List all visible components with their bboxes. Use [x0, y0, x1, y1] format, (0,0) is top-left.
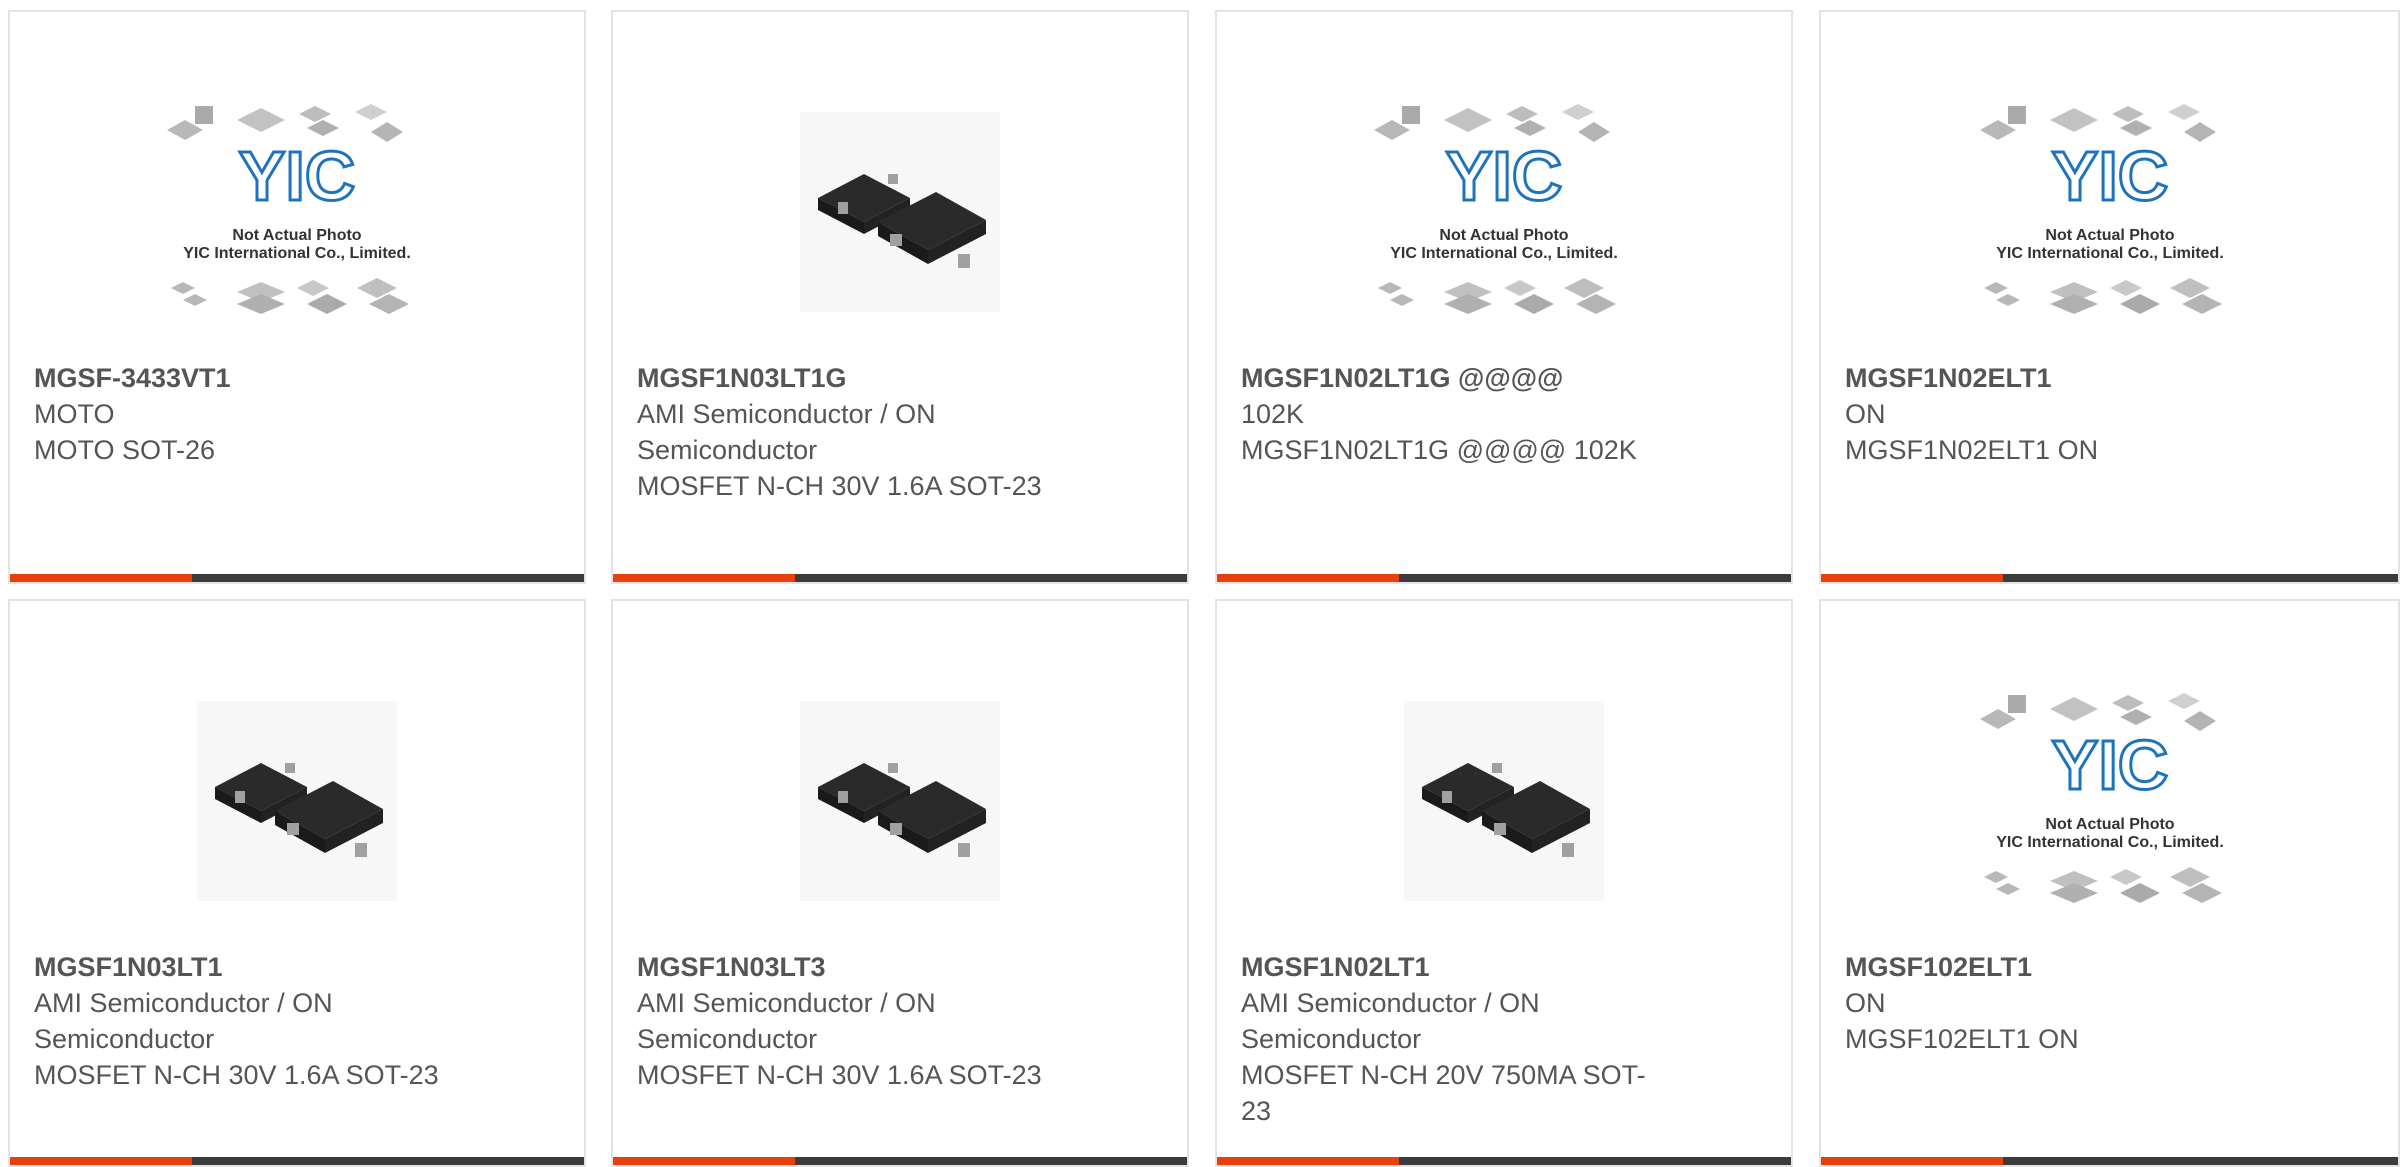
- svg-text:YIC International Co., Limited: YIC International Co., Limited.: [183, 245, 411, 262]
- svg-text:YIC: YIC: [1446, 137, 1563, 215]
- manufacturer: AMI Semiconductor / ON Semiconductor: [637, 988, 936, 1054]
- manufacturer: ON: [1845, 399, 1886, 429]
- manufacturer: AMI Semiconductor / ON Semiconductor: [1241, 988, 1540, 1054]
- svg-text:YIC: YIC: [239, 137, 356, 215]
- sot23-photo: [197, 701, 397, 901]
- part-number-link[interactable]: MGSF1N03LT1: [34, 949, 454, 985]
- product-image-placeholder: YIC Not Actual Photo YIC International C…: [1821, 661, 2398, 941]
- svg-text:YIC: YIC: [2051, 726, 2168, 804]
- card-accent-bar: [613, 574, 795, 582]
- product-info: MGSF1N02LT1 AMI Semiconductor / ON Semic…: [1241, 949, 1661, 1129]
- product-info: MGSF1N02ELT1 ON MGSF1N02ELT1 ON: [1845, 360, 2265, 468]
- product-image: [613, 661, 1187, 941]
- card-bottom-bar: [613, 574, 1187, 582]
- product-card[interactable]: MGSF1N03LT1G AMI Semiconductor / ON Semi…: [611, 10, 1189, 584]
- part-number-link[interactable]: MGSF1N03LT3: [637, 949, 1057, 985]
- description: MGSF102ELT1 ON: [1845, 1024, 2079, 1054]
- card-bottom-bar: [10, 1157, 584, 1165]
- svg-text:YIC: YIC: [2051, 137, 2168, 215]
- product-image-placeholder: YIC Not Actual Photo YIC International C…: [1821, 72, 2398, 352]
- part-number-link[interactable]: MGSF-3433VT1: [34, 360, 454, 396]
- product-card[interactable]: YIC Not Actual Photo YIC International C…: [1819, 599, 2400, 1167]
- description: MOSFET N-CH 30V 1.6A SOT-23: [637, 471, 1042, 501]
- manufacturer: AMI Semiconductor / ON Semiconductor: [34, 988, 333, 1054]
- part-number-link[interactable]: MGSF1N02ELT1: [1845, 360, 2265, 396]
- product-image: [1217, 661, 1791, 941]
- sot23-package-icon: [800, 112, 1000, 312]
- product-card[interactable]: YIC Not Actual Photo YIC International C…: [1819, 10, 2400, 584]
- card-bottom-bar: [1821, 1157, 2398, 1165]
- card-bottom-bar: [613, 1157, 1187, 1165]
- card-bottom-bar: [1217, 1157, 1791, 1165]
- description: MOSFET N-CH 30V 1.6A SOT-23: [34, 1060, 439, 1090]
- card-accent-bar: [1217, 574, 1399, 582]
- product-image: [613, 72, 1187, 352]
- svg-text:Not Actual Photo: Not Actual Photo: [2045, 227, 2174, 244]
- card-accent-bar: [1821, 1157, 2003, 1165]
- description: MOTO SOT-26: [34, 435, 216, 465]
- product-info: MGSF102ELT1 ON MGSF102ELT1 ON: [1845, 949, 2265, 1057]
- svg-text:YIC International Co., Limited: YIC International Co., Limited.: [1996, 834, 2224, 851]
- part-number-link[interactable]: MGSF1N02LT1G @@@@: [1241, 360, 1661, 396]
- product-card[interactable]: YIC Not Actual Photo YIC International C…: [8, 10, 586, 584]
- description: MOSFET N-CH 30V 1.6A SOT-23: [637, 1060, 1042, 1090]
- product-image-placeholder: YIC Not Actual Photo YIC International C…: [1217, 72, 1791, 352]
- not-actual-photo-icon: YIC Not Actual Photo YIC International C…: [1374, 104, 1618, 314]
- not-actual-photo-icon: YIC Not Actual Photo YIC International C…: [167, 104, 411, 314]
- product-image: [10, 661, 584, 941]
- not-actual-photo-icon: YIC Not Actual Photo YIC International C…: [1979, 104, 2224, 314]
- sot23-package-icon: [1404, 701, 1604, 901]
- part-number-link[interactable]: MGSF1N02LT1: [1241, 949, 1661, 985]
- product-info: MGSF1N02LT1G @@@@ 102K MGSF1N02LT1G @@@@…: [1241, 360, 1661, 468]
- manufacturer: MOTO: [34, 399, 115, 429]
- card-bottom-bar: [1217, 574, 1791, 582]
- description: MGSF1N02LT1G @@@@ 102K: [1241, 435, 1637, 465]
- product-image-placeholder: YIC Not Actual Photo YIC International C…: [10, 72, 584, 352]
- card-accent-bar: [1821, 574, 2003, 582]
- card-accent-bar: [10, 1157, 192, 1165]
- sot23-photo: [800, 701, 1000, 901]
- sot23-photo: [1404, 701, 1604, 901]
- product-card[interactable]: YIC Not Actual Photo YIC International C…: [1215, 10, 1793, 584]
- part-number-link[interactable]: MGSF102ELT1: [1845, 949, 2265, 985]
- product-info: MGSF1N03LT1 AMI Semiconductor / ON Semic…: [34, 949, 454, 1093]
- card-accent-bar: [1217, 1157, 1399, 1165]
- not-actual-photo-icon: YIC Not Actual Photo YIC International C…: [1979, 693, 2224, 903]
- description: MOSFET N-CH 20V 750MA SOT-23: [1241, 1060, 1646, 1126]
- svg-text:YIC International Co., Limited: YIC International Co., Limited.: [1390, 245, 1618, 262]
- description: MGSF1N02ELT1 ON: [1845, 435, 2099, 465]
- svg-text:Not Actual Photo: Not Actual Photo: [232, 227, 361, 244]
- part-number-link[interactable]: MGSF1N03LT1G: [637, 360, 1057, 396]
- manufacturer: 102K: [1241, 399, 1305, 429]
- product-card[interactable]: MGSF1N03LT3 AMI Semiconductor / ON Semic…: [611, 599, 1189, 1167]
- product-info: MGSF-3433VT1 MOTO MOTO SOT-26: [34, 360, 454, 468]
- product-grid: YIC Not Actual Photo YIC International C…: [0, 0, 2400, 1167]
- sot23-package-icon: [197, 701, 397, 901]
- svg-text:Not Actual Photo: Not Actual Photo: [2045, 816, 2174, 833]
- product-card[interactable]: MGSF1N02LT1 AMI Semiconductor / ON Semic…: [1215, 599, 1793, 1167]
- svg-text:YIC International Co., Limited: YIC International Co., Limited.: [1996, 245, 2224, 262]
- product-info: MGSF1N03LT1G AMI Semiconductor / ON Semi…: [637, 360, 1057, 504]
- card-accent-bar: [613, 1157, 795, 1165]
- product-card[interactable]: MGSF1N03LT1 AMI Semiconductor / ON Semic…: [8, 599, 586, 1167]
- sot23-photo: [800, 112, 1000, 312]
- card-accent-bar: [10, 574, 192, 582]
- sot23-package-icon: [800, 701, 1000, 901]
- product-info: MGSF1N03LT3 AMI Semiconductor / ON Semic…: [637, 949, 1057, 1093]
- card-bottom-bar: [10, 574, 584, 582]
- svg-text:Not Actual Photo: Not Actual Photo: [1439, 227, 1568, 244]
- card-bottom-bar: [1821, 574, 2398, 582]
- manufacturer: ON: [1845, 988, 1886, 1018]
- manufacturer: AMI Semiconductor / ON Semiconductor: [637, 399, 936, 465]
